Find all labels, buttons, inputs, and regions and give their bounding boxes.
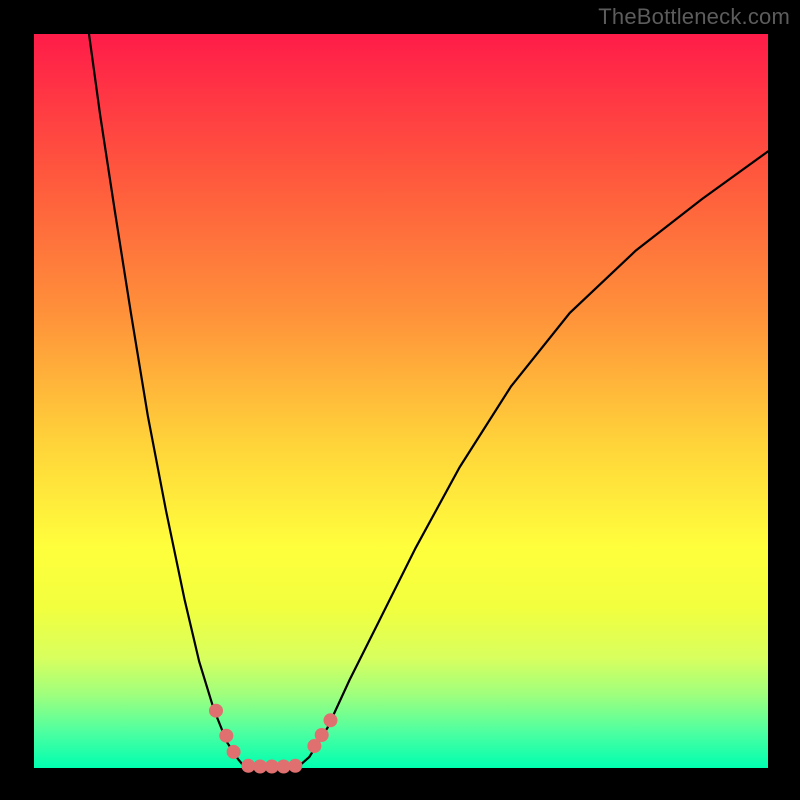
data-marker [288,759,302,773]
data-marker [209,704,223,718]
bottleneck-curve [89,34,768,768]
watermark-text: TheBottleneck.com [598,4,790,30]
marker-group [209,704,338,774]
data-marker [219,729,233,743]
data-marker [324,713,338,727]
data-marker [315,728,329,742]
data-marker [227,745,241,759]
plot-area [34,34,768,768]
chart-frame: TheBottleneck.com [0,0,800,800]
curve-svg [34,34,768,768]
